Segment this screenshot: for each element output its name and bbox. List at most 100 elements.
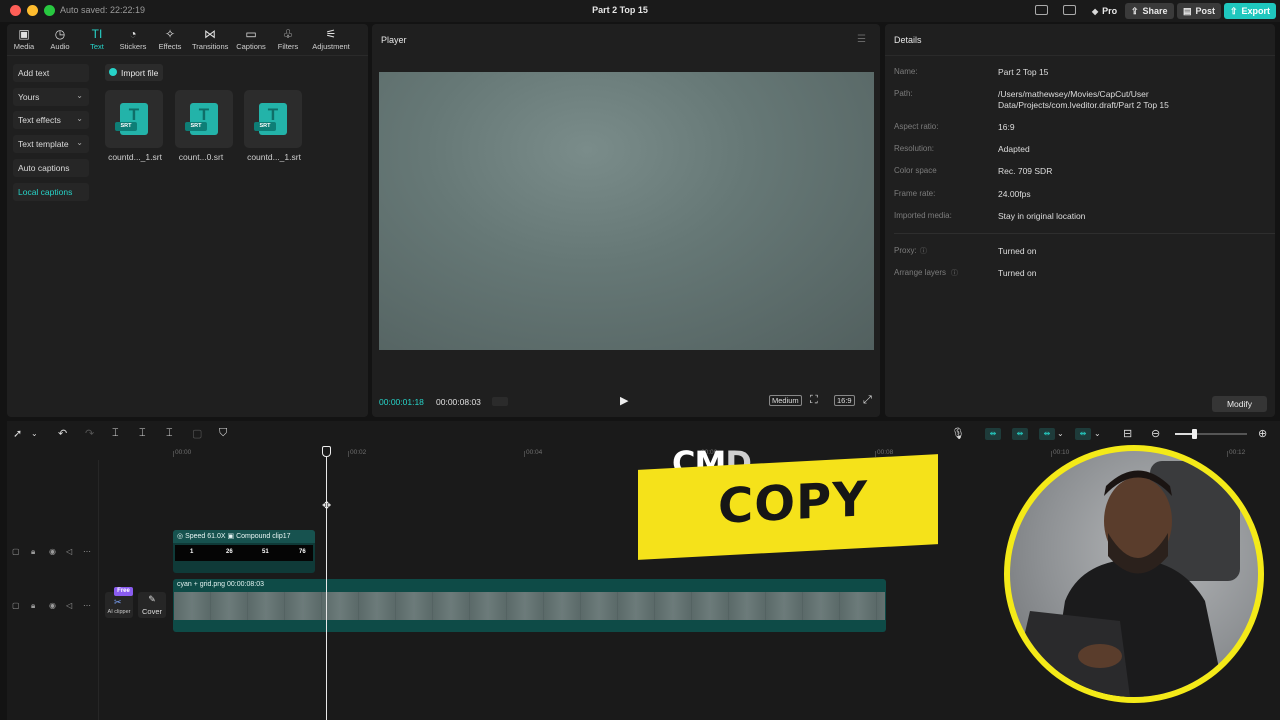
magnet-icon[interactable]: ⇹ [1039, 428, 1055, 440]
detail-key: Path: [894, 89, 913, 98]
post-icon: ▤ [1183, 5, 1192, 16]
tab-effects[interactable]: ✧ Effects [152, 28, 188, 52]
ruler-tick [875, 451, 876, 457]
chevron-down-icon: ⌄ [76, 138, 83, 147]
chevron-down-icon[interactable]: ⌄ [31, 429, 38, 438]
split-icon[interactable]: ⌶ [112, 427, 119, 440]
share-button[interactable]: ⇪ Share [1125, 3, 1174, 19]
autosave-status: Auto saved: 22:22:19 [60, 5, 146, 15]
zoom-slider-fill [1175, 433, 1193, 435]
caption-icon[interactable]: ⊟ [1123, 427, 1132, 440]
zoom-out-icon[interactable]: ⊖ [1151, 427, 1160, 440]
chevron-down-icon[interactable]: ⌄ [1057, 429, 1064, 438]
detail-value: /Users/mathewsey/Movies/CapCut/User Data… [998, 89, 1169, 110]
zoom-in-icon[interactable]: ⊕ [1258, 427, 1267, 440]
project-title: Part 2 Top 15 [592, 5, 648, 15]
delete-icon[interactable]: ▢ [192, 427, 202, 440]
nav-add-text[interactable]: Add text [13, 64, 89, 82]
timecode-icon[interactable] [492, 397, 508, 406]
info-icon[interactable]: ⓘ [920, 246, 927, 256]
play-button[interactable]: ▶ [620, 394, 628, 407]
chevron-down-icon: ⌄ [76, 114, 83, 123]
srt-file-thumbnail[interactable]: T SRT [244, 90, 302, 148]
undo-icon[interactable]: ↶ [58, 427, 67, 440]
fullscreen-icon[interactable]: ⤢ [863, 394, 872, 407]
playhead-handle[interactable] [322, 446, 331, 457]
tab-stickers[interactable]: ◔ Stickers [115, 27, 151, 52]
layout-icon[interactable] [1035, 5, 1048, 15]
nav-text-effects[interactable]: Text effects ⌄ [13, 111, 89, 129]
media-icon: ▣ [18, 27, 30, 41]
tab-filters[interactable]: ♧ Filters [270, 27, 306, 52]
microphone-icon[interactable]: 🎙︎ [951, 427, 965, 440]
clip-filmstrip [174, 592, 885, 620]
split-right-icon[interactable]: ⌶ [166, 427, 173, 440]
copy-overlay-text: COPY [718, 471, 868, 535]
tab-transitions[interactable]: ⋈ Transitions [192, 28, 228, 52]
detail-key: Proxy: [894, 246, 917, 255]
detail-value: Stay in original location [998, 211, 1086, 221]
filters-icon: ♧ [282, 27, 294, 41]
compound-icon: ▣ [225, 533, 237, 540]
keyboard-icon[interactable] [1063, 5, 1076, 15]
shield-icon[interactable]: ⛉ [219, 427, 227, 440]
stickers-icon: ◔ [129, 27, 137, 41]
video-preview[interactable] [379, 72, 874, 350]
more-icon[interactable]: ⋯ [83, 547, 91, 556]
close-window-button[interactable] [10, 5, 21, 16]
audio-icon: ◷ [54, 27, 66, 41]
ruler-label: 00:04 [526, 449, 543, 456]
track-type-icon: ▢ [12, 547, 20, 556]
eye-icon[interactable]: ◉ [49, 601, 56, 610]
cover-button[interactable]: ✎ Cover [138, 592, 166, 618]
ratio-select[interactable]: 16:9 [834, 395, 855, 406]
nav-text-template[interactable]: Text template ⌄ [13, 135, 89, 153]
select-tool-icon[interactable]: ➚ [13, 427, 22, 440]
move-cursor-icon: ✥ [322, 500, 332, 512]
post-button[interactable]: ▤ Post [1177, 3, 1222, 19]
snap-icon[interactable]: ⇹ [985, 428, 1001, 440]
fit-icon[interactable]: ⛶ [810, 394, 818, 407]
audio-mute-icon[interactable]: ◁ [66, 547, 72, 556]
detail-value: 16:9 [998, 122, 1015, 132]
nav-yours[interactable]: Yours ⌄ [13, 88, 89, 106]
media-panel [7, 24, 368, 417]
eye-icon[interactable]: ◉ [49, 547, 56, 556]
detail-key: Arrange layers [894, 268, 947, 277]
current-time: 00:00:01:18 [379, 397, 424, 407]
preview-axis-icon[interactable]: ⇹ [1075, 428, 1091, 440]
menu-icon[interactable]: ☰ [857, 34, 866, 45]
playhead[interactable] [326, 449, 327, 720]
nav-local-captions[interactable]: Local captions [13, 183, 89, 201]
redo-icon[interactable]: ↷ [85, 427, 94, 440]
maximize-window-button[interactable] [44, 5, 55, 16]
detail-value: Turned on [998, 268, 1037, 278]
srt-file-icon: T SRT [254, 103, 287, 135]
tab-text[interactable]: TI Text [79, 28, 115, 52]
lock-icon[interactable]: 🔒︎ [31, 547, 35, 557]
divider [7, 55, 368, 56]
presenter-figure [1010, 461, 1240, 697]
chevron-down-icon[interactable]: ⌄ [1094, 429, 1101, 438]
pro-button[interactable]: ◆ Pro [1086, 3, 1123, 19]
quality-select[interactable]: Medium [769, 395, 802, 406]
export-button[interactable]: ⇧ Export [1224, 3, 1277, 19]
srt-file-thumbnail[interactable]: T SRT [175, 90, 233, 148]
main-clip-header: cyan + grid.png 00:00:08:03 [173, 580, 886, 591]
tab-adjustment[interactable]: ⚟ Adjustment [309, 28, 353, 52]
tab-media[interactable]: ▣ Media [6, 27, 42, 52]
modify-button[interactable]: Modify [1212, 396, 1267, 412]
zoom-slider-handle[interactable] [1192, 429, 1197, 439]
tab-captions[interactable]: ▭ Captions [233, 28, 269, 52]
link-icon[interactable]: ⇹ [1012, 428, 1028, 440]
split-left-icon[interactable]: ⌶ [139, 427, 146, 440]
more-icon[interactable]: ⋯ [83, 601, 91, 610]
srt-file-thumbnail[interactable]: T SRT [105, 90, 163, 148]
tab-audio[interactable]: ◷ Audio [42, 27, 78, 52]
audio-mute-icon[interactable]: ◁ [66, 601, 72, 610]
info-icon[interactable]: ⓘ [951, 268, 958, 278]
lock-icon[interactable]: 🔒︎ [31, 601, 35, 611]
minimize-window-button[interactable] [27, 5, 38, 16]
ruler-tick [348, 451, 349, 457]
nav-auto-captions[interactable]: Auto captions [13, 159, 89, 177]
